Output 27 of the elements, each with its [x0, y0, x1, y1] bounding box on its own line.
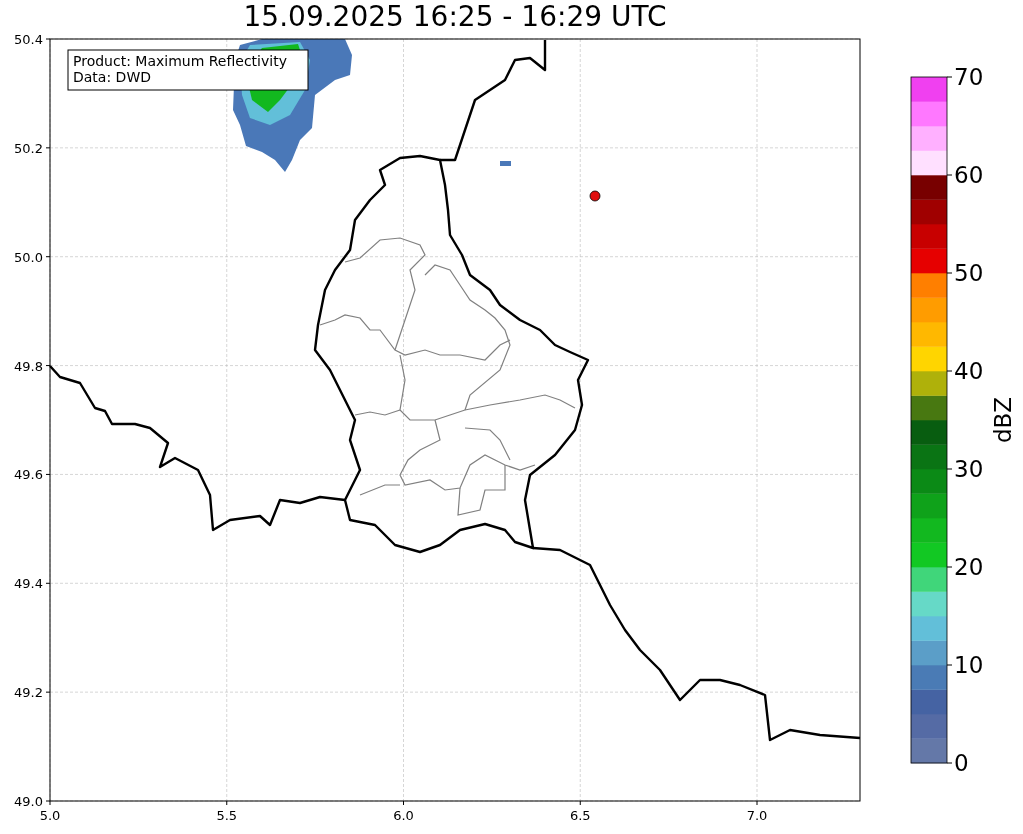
radar-echo-speck [500, 161, 511, 166]
y-tick-label: 49.4 [14, 576, 43, 592]
y-tick-label: 49.0 [14, 794, 43, 809]
colorbar-tick-label: 10 [954, 652, 984, 678]
colorbar-tick-label: 30 [954, 456, 984, 482]
x-tick-label: 7.0 [746, 808, 768, 823]
chart-title: 15.09.2025 16:25 - 16:29 UTC [243, 3, 667, 31]
location-marker [589, 190, 601, 202]
colorbar-label: dBZ [990, 396, 1016, 444]
y-tick-label: 50.4 [14, 32, 43, 47]
colorbar-tick-label: 40 [954, 358, 984, 384]
y-tick-label: 49.6 [14, 467, 43, 483]
colorbar-tick-label: 70 [954, 64, 984, 90]
colorbar-tick-label: 50 [954, 260, 984, 286]
y-tick-label: 50.0 [14, 249, 43, 265]
colorbar-tick-label: 20 [954, 554, 984, 580]
x-tick-label: 5.0 [39, 808, 61, 823]
colorbar-tick-label: 0 [954, 750, 969, 776]
x-tick-label: 6.5 [569, 808, 591, 823]
y-tick-label: 49.2 [14, 685, 43, 701]
info-text: Product: Maximum Reflectivity [73, 53, 287, 69]
x-tick-label: 6.0 [393, 808, 414, 823]
colorbar-tick-label: 60 [954, 162, 984, 188]
y-tick-label: 50.2 [14, 140, 43, 156]
x-tick-label: 5.5 [216, 808, 238, 823]
info-text: Data: DWD [73, 69, 151, 85]
y-tick-label: 49.8 [14, 358, 43, 374]
